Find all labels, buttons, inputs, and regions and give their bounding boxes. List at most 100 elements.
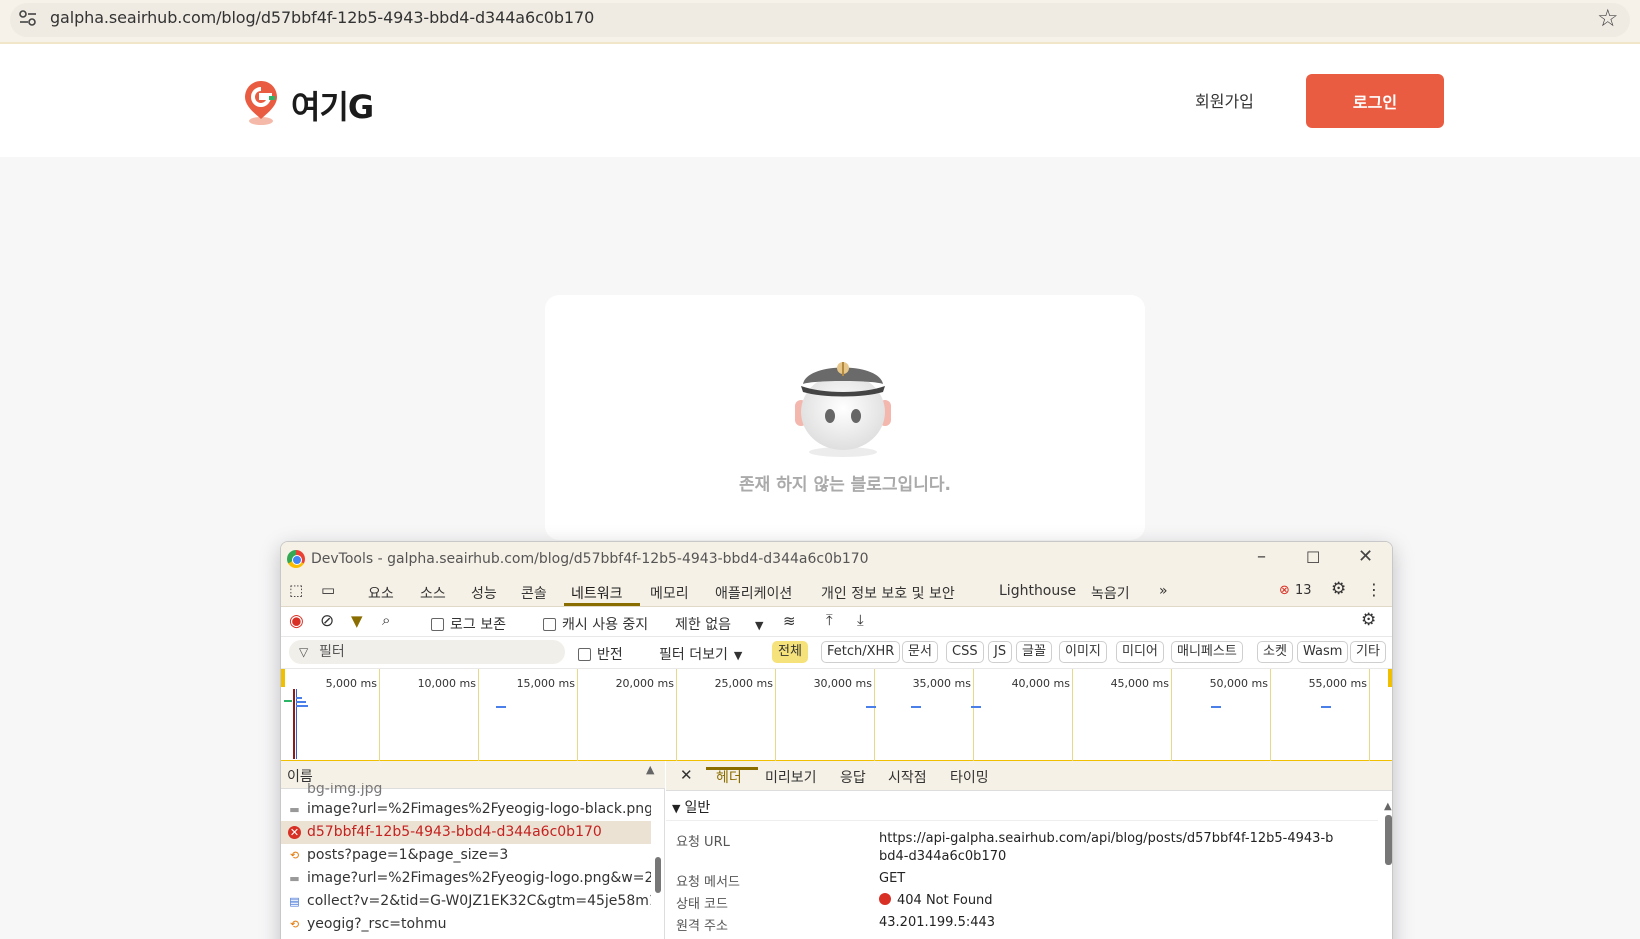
general-section-title: 일반 xyxy=(684,800,711,816)
tab-console[interactable]: 콘솔 xyxy=(521,583,547,603)
request-row[interactable]: ⟲ yeogig?_rsc=tohmu xyxy=(281,913,651,936)
request-row-selected[interactable]: ✕ d57bbf4f-12b5-4943-bbd4-d344a6c0b170 xyxy=(281,821,651,844)
tab-memory[interactable]: 메모리 xyxy=(650,583,689,603)
minimize-icon[interactable]: – xyxy=(1257,546,1266,567)
sort-arrow-icon[interactable]: ▲ xyxy=(646,763,654,776)
type-chip-doc[interactable]: 문서 xyxy=(902,641,938,663)
tab-timing[interactable]: 타이밍 xyxy=(950,767,989,787)
signup-link[interactable]: 회원가입 xyxy=(1195,88,1254,112)
tab-initiator[interactable]: 시작점 xyxy=(888,767,927,787)
request-row[interactable]: bg-img.jpg xyxy=(281,783,651,796)
login-button[interactable]: 로그인 xyxy=(1306,74,1444,128)
clear-icon[interactable]: ⊘ xyxy=(320,611,334,631)
timeline-gridline xyxy=(775,669,776,761)
tab-response[interactable]: 응답 xyxy=(840,767,866,787)
tab-recorder[interactable]: 녹음기 xyxy=(1091,583,1130,603)
network-conditions-icon[interactable]: ≋ xyxy=(783,612,796,630)
bookmark-star-icon[interactable]: ☆ xyxy=(1597,4,1619,32)
type-chip-other[interactable]: 기타 xyxy=(1350,641,1386,663)
search-icon[interactable]: ⌕ xyxy=(382,611,390,629)
timeline-start-handle[interactable] xyxy=(281,669,285,687)
request-row[interactable]: ⟲ posts?page=1&page_size=3 xyxy=(281,844,651,867)
preserve-log-checkbox[interactable]: 로그 보존 xyxy=(431,614,506,634)
site-info-icon[interactable] xyxy=(18,9,38,27)
tab-performance[interactable]: 성능 xyxy=(471,583,497,603)
close-window-icon[interactable]: ✕ xyxy=(1358,546,1373,567)
more-filters-dropdown[interactable]: 필터 더보기 ▼ xyxy=(659,644,742,664)
type-chip-all[interactable]: 전체 xyxy=(772,641,808,663)
tab-preview[interactable]: 미리보기 xyxy=(765,767,817,787)
settings-gear-icon[interactable]: ⚙ xyxy=(1331,579,1346,599)
devtools-panel-tabs: ⬚ ▭ 요소 소스 성능 콘솔 네트워크 메모리 애플리케이션 개인 정보 보호… xyxy=(281,575,1392,607)
error-icon[interactable]: ⊗ xyxy=(1279,583,1290,598)
close-detail-icon[interactable]: ✕ xyxy=(680,766,693,784)
request-name: d57bbf4f-12b5-4943-bbd4-d344a6c0b170 xyxy=(307,824,602,840)
request-row[interactable]: ▬ image?url=%2Fimages%2Fyeogig-logo-black… xyxy=(281,798,651,821)
network-settings-icon[interactable]: ⚙ xyxy=(1361,610,1376,630)
timeline-tick: 55,000 ms xyxy=(1308,677,1367,690)
timeline-end-handle[interactable] xyxy=(1388,669,1392,687)
device-toolbar-icon[interactable]: ▭ xyxy=(321,581,335,599)
error-count[interactable]: 13 xyxy=(1295,583,1312,598)
tab-application[interactable]: 애플리케이션 xyxy=(715,583,792,603)
more-tabs-icon[interactable]: » xyxy=(1159,583,1168,599)
request-row[interactable]: ▤ collect?v=2&tid=G-W0JZ1EK32C&gtm=45je58… xyxy=(281,890,651,913)
disable-cache-box[interactable] xyxy=(543,618,556,631)
type-chip-js[interactable]: JS xyxy=(988,641,1013,663)
timeline-tick: 50,000 ms xyxy=(1209,677,1268,690)
status-code-value: 404 Not Found xyxy=(879,893,993,908)
import-har-icon[interactable]: ⤒ xyxy=(826,611,833,629)
tab-sources[interactable]: 소스 xyxy=(420,583,446,603)
request-list-scrollbar[interactable] xyxy=(655,857,661,893)
fetch-icon: ⟲ xyxy=(289,849,300,862)
filter-input[interactable]: ▽ 필터 xyxy=(289,640,565,664)
type-chip-font[interactable]: 글꼴 xyxy=(1016,641,1052,663)
timeline-gridline xyxy=(577,669,578,761)
timeline-tick: 45,000 ms xyxy=(1110,677,1169,690)
type-chip-media[interactable]: 미디어 xyxy=(1116,641,1164,663)
request-bar xyxy=(911,706,921,708)
request-bar xyxy=(866,706,876,708)
more-filters-label: 필터 더보기 xyxy=(659,647,728,663)
record-stop-icon[interactable]: ◉ xyxy=(289,611,304,631)
export-har-icon[interactable]: ⤓ xyxy=(857,611,864,629)
dcl-event-marker xyxy=(296,689,297,759)
filter-funnel-small-icon: ▽ xyxy=(299,645,309,659)
timeline-tick: 40,000 ms xyxy=(1011,677,1070,690)
request-bar xyxy=(971,706,981,708)
detail-scrollbar[interactable] xyxy=(1385,815,1392,865)
tab-lighthouse[interactable]: Lighthouse xyxy=(999,583,1076,599)
invert-box[interactable] xyxy=(578,648,591,661)
captain-mascot-icon xyxy=(795,362,891,457)
type-chip-wasm[interactable]: Wasm xyxy=(1297,641,1349,663)
status-code-label: 상태 코드 xyxy=(676,897,728,912)
network-overview-timeline[interactable]: 5,000 ms 10,000 ms 15,000 ms 20,000 ms 2… xyxy=(281,669,1392,761)
type-chip-css[interactable]: CSS xyxy=(946,641,984,663)
disable-cache-checkbox[interactable]: 캐시 사용 중지 xyxy=(543,614,648,634)
timeline-tick: 35,000 ms xyxy=(912,677,971,690)
request-name: image?url=%2Fimages%2Fyeogig-logo-black.… xyxy=(307,801,651,817)
request-name: image?url=%2Fimages%2Fyeogig-logo.png&w=… xyxy=(307,870,651,886)
element-picker-icon[interactable]: ⬚ xyxy=(289,581,303,599)
type-chip-socket[interactable]: 소켓 xyxy=(1257,641,1293,663)
tab-network[interactable]: 네트워크 xyxy=(571,583,623,603)
filter-funnel-icon[interactable]: ▼ xyxy=(351,612,363,630)
throttle-select[interactable]: 제한 없음 ▼ xyxy=(675,614,763,634)
tab-privacy-security[interactable]: 개인 정보 보호 및 보안 xyxy=(821,583,955,603)
request-row[interactable]: ▬ image?url=%2Fimages%2Fyeogig-logo.png&w… xyxy=(281,867,651,890)
url-text[interactable]: galpha.seairhub.com/blog/d57bbf4f-12b5-4… xyxy=(50,8,594,27)
maximize-icon[interactable]: ☐ xyxy=(1306,548,1320,567)
type-chip-img[interactable]: 이미지 xyxy=(1059,641,1107,663)
tab-elements[interactable]: 요소 xyxy=(368,583,394,603)
scroll-up-icon[interactable]: ▲ xyxy=(1384,801,1392,812)
timeline-tick: 15,000 ms xyxy=(516,677,575,690)
tab-headers[interactable]: 헤더 xyxy=(716,767,742,787)
preserve-log-box[interactable] xyxy=(431,618,444,631)
active-detail-tab-underline xyxy=(706,767,758,770)
invert-checkbox[interactable]: 반전 xyxy=(578,644,623,664)
type-chip-fetch-xhr[interactable]: Fetch/XHR xyxy=(821,641,901,663)
request-bar xyxy=(296,705,308,707)
kebab-menu-icon[interactable]: ⋮ xyxy=(1366,580,1382,599)
type-chip-manifest[interactable]: 매니페스트 xyxy=(1171,641,1243,663)
general-section-header[interactable]: ▼ 일반 xyxy=(666,791,1378,821)
